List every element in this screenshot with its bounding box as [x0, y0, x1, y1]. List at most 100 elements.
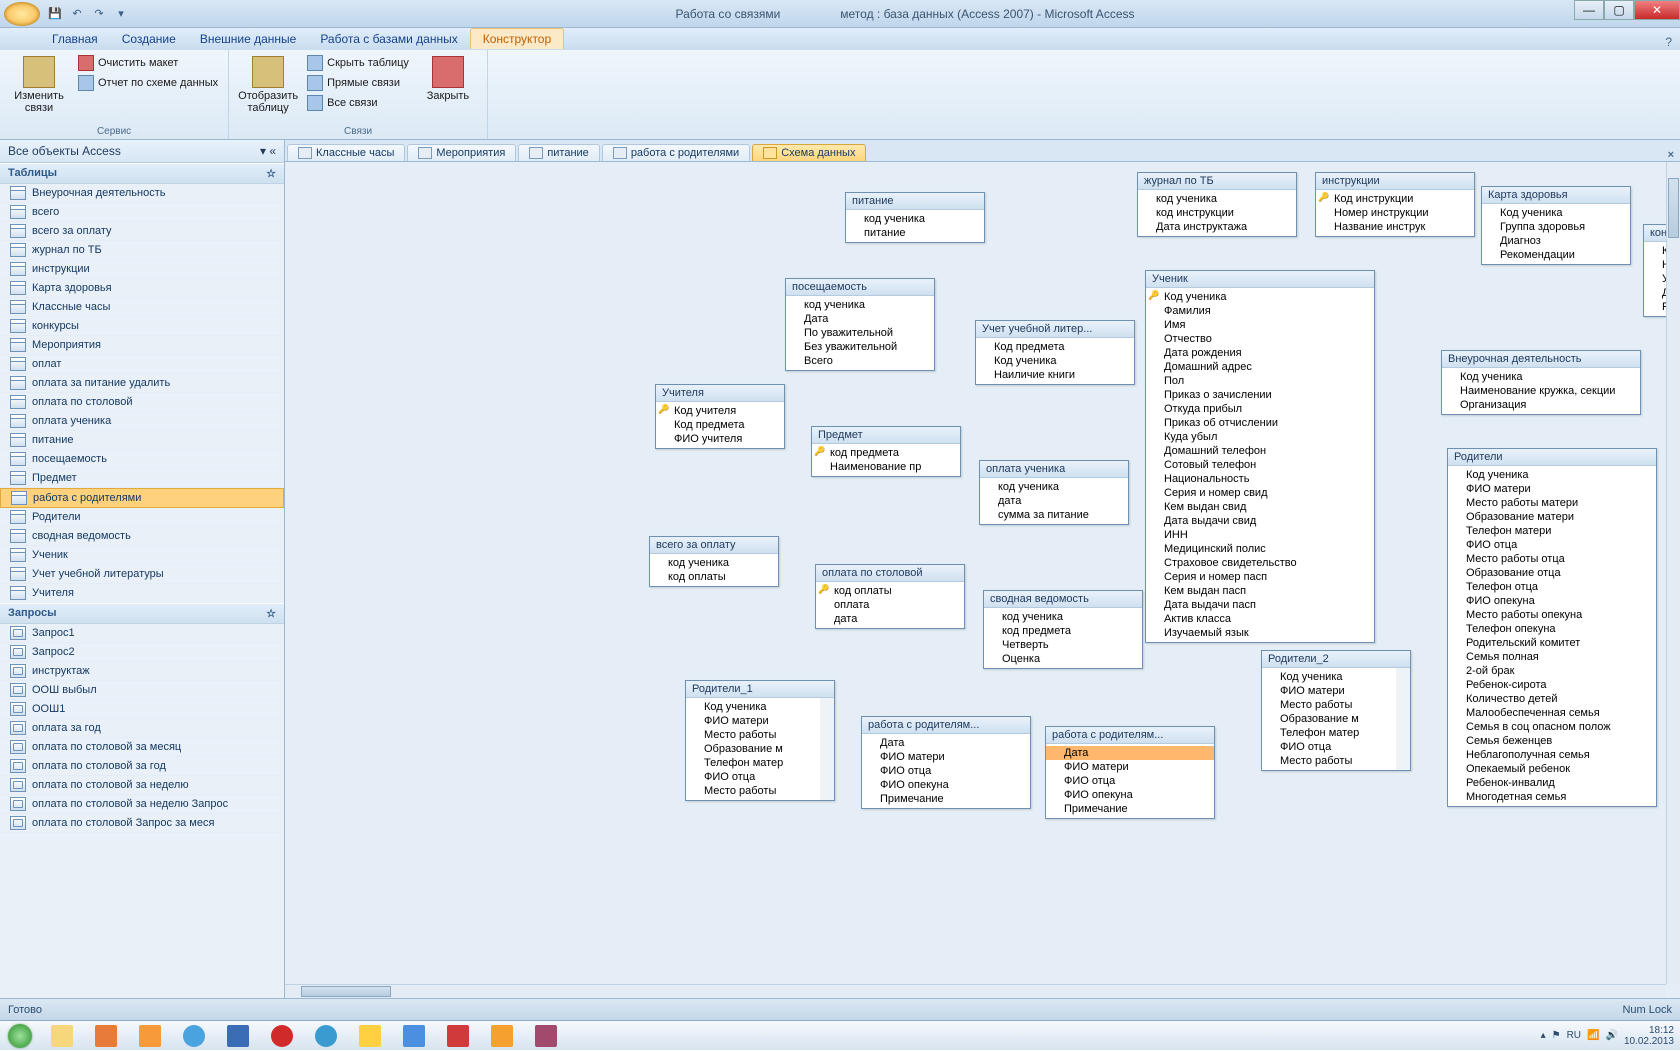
nav-query-item[interactable]: ООШ1 [0, 700, 284, 719]
table-field[interactable]: Номер инструкции [1316, 206, 1474, 220]
table-field[interactable]: код ученика [980, 480, 1128, 494]
close-relations-button[interactable]: Закрыть [417, 54, 479, 102]
table-field[interactable]: Домашний адрес [1146, 360, 1374, 374]
tray-expand-icon[interactable]: ▴ [1541, 1030, 1546, 1041]
nav-table-item[interactable]: Внеурочная деятельность [0, 184, 284, 203]
table-field[interactable]: Телефон матер [1262, 726, 1396, 740]
table-field[interactable]: Куда убыл [1146, 430, 1374, 444]
tab-create[interactable]: Создание [110, 29, 188, 49]
table-box-title[interactable]: Родители_1 [686, 681, 834, 698]
table-box-oplata_stol[interactable]: оплата по столовойкод оплатыоплатадата [815, 564, 965, 629]
save-icon[interactable]: 💾 [46, 5, 64, 23]
table-field[interactable]: ФИО опекуна [1448, 594, 1656, 608]
nav-query-item[interactable]: инструктаж [0, 662, 284, 681]
table-box-vsego_oplatu[interactable]: всего за оплатукод ученикакод оплаты [649, 536, 779, 587]
table-box-title[interactable]: Ученик [1146, 271, 1374, 288]
table-field[interactable]: ФИО отца [862, 764, 1030, 778]
system-tray[interactable]: ▴ ⚑ RU 📶 🔊 18:12 10.02.2013 [1535, 1025, 1680, 1047]
table-field[interactable]: Место работы опекуна [1448, 608, 1656, 622]
task-opera[interactable] [261, 1022, 303, 1050]
tab-external[interactable]: Внешние данные [188, 29, 309, 49]
task-yandex[interactable] [349, 1022, 391, 1050]
table-field[interactable]: код ученика [984, 610, 1142, 624]
table-field[interactable]: Имя [1146, 318, 1374, 332]
table-field[interactable]: Место работы [1262, 754, 1396, 768]
table-field[interactable]: Группа здоровья [1482, 220, 1630, 234]
table-field[interactable]: Неблагополучная семья [1448, 748, 1656, 762]
table-field[interactable]: Количество детей [1448, 692, 1656, 706]
table-field[interactable]: Телефон отца [1448, 580, 1656, 594]
table-field[interactable]: дата [980, 494, 1128, 508]
task-player[interactable] [129, 1022, 171, 1050]
table-field[interactable]: код предмета [812, 446, 960, 460]
all-relations-button[interactable]: Все связи [305, 94, 411, 112]
table-field[interactable]: Семья полная [1448, 650, 1656, 664]
table-field[interactable]: Родительский комитет [1448, 636, 1656, 650]
table-field[interactable]: Семья беженцев [1448, 734, 1656, 748]
table-field[interactable]: код ученика [650, 556, 778, 570]
table-box-uchitelya[interactable]: УчителяКод учителяКод предметаФИО учител… [655, 384, 785, 449]
nav-table-item[interactable]: Классные часы [0, 298, 284, 317]
table-box-title[interactable]: Внеурочная деятельность [1442, 351, 1640, 368]
table-field[interactable]: ФИО матери [686, 714, 820, 728]
table-box-roditeli[interactable]: РодителиКод ученикаФИО материМесто работ… [1447, 448, 1657, 807]
office-button[interactable] [4, 2, 40, 26]
table-field[interactable]: Многодетная семья [1448, 790, 1656, 804]
nav-table-item[interactable]: Предмет [0, 469, 284, 488]
table-field[interactable]: Образование м [686, 742, 820, 756]
table-field[interactable]: Код предмета [656, 418, 784, 432]
table-box-title[interactable]: Учет учебной литер... [976, 321, 1134, 338]
table-field[interactable]: Сотовый телефон [1146, 458, 1374, 472]
table-box-oplata_uch[interactable]: оплата ученикакод ученикадатасумма за пи… [979, 460, 1129, 525]
task-rambler[interactable] [437, 1022, 479, 1050]
table-field[interactable]: Отчество [1146, 332, 1374, 346]
table-field[interactable]: Код учителя [656, 404, 784, 418]
relationship-canvas[interactable]: питаниекод ученикапитаниежурнал по ТБкод… [285, 162, 1680, 998]
table-field[interactable]: Изучаемый язык [1146, 626, 1374, 640]
table-field[interactable]: Код предмета [976, 340, 1134, 354]
table-field[interactable]: ФИО отца [1262, 740, 1396, 754]
table-field[interactable]: Наиличие книги [976, 368, 1134, 382]
table-field[interactable]: код предмета [984, 624, 1142, 638]
table-field[interactable]: Наименование пр [812, 460, 960, 474]
table-field[interactable]: Организация [1442, 398, 1640, 412]
table-field[interactable]: По уважительной [786, 326, 934, 340]
table-field[interactable]: ФИО матери [1046, 760, 1214, 774]
table-field[interactable]: Образование матери [1448, 510, 1656, 524]
table-field[interactable]: Код инструкции [1316, 192, 1474, 206]
table-field[interactable]: Четверть [984, 638, 1142, 652]
table-field[interactable]: ФИО опекуна [1046, 788, 1214, 802]
nav-query-item[interactable]: Запрос2 [0, 643, 284, 662]
nav-query-item[interactable]: оплата по столовой за год [0, 757, 284, 776]
table-box-title[interactable]: журнал по ТБ [1138, 173, 1296, 190]
vertical-scrollbar[interactable] [1666, 162, 1680, 984]
table-box-title[interactable]: посещаемость [786, 279, 934, 296]
table-box-vneurochka[interactable]: Внеурочная деятельностьКод ученикаНаимен… [1441, 350, 1641, 415]
table-field[interactable]: дата [816, 612, 964, 626]
table-field[interactable]: Семья в соц опасном полож [1448, 720, 1656, 734]
table-field[interactable]: Дата инструктажа [1138, 220, 1296, 234]
table-field[interactable]: ИНН [1146, 528, 1374, 542]
edit-relations-button[interactable]: Изменить связи [8, 54, 70, 114]
lang-indicator[interactable]: RU [1567, 1030, 1581, 1041]
table-field[interactable]: Код ученика [976, 354, 1134, 368]
nav-section-tables[interactable]: Таблицы☆ [0, 163, 284, 184]
table-field[interactable]: Образование отца [1448, 566, 1656, 580]
nav-table-item[interactable]: оплат [0, 355, 284, 374]
table-box-roditeli2[interactable]: Родители_2Код ученикаФИО материМесто раб… [1261, 650, 1411, 771]
doc-tab[interactable]: Классные часы [287, 144, 405, 161]
table-field[interactable]: Телефон матер [686, 756, 820, 770]
table-field[interactable]: ФИО матери [862, 750, 1030, 764]
table-field[interactable]: Откуда прибыл [1146, 402, 1374, 416]
table-field[interactable]: Место работы [686, 728, 820, 742]
nav-table-item[interactable]: Карта здоровья [0, 279, 284, 298]
nav-section-queries[interactable]: Запросы☆ [0, 603, 284, 624]
nav-query-item[interactable]: ООШ выбыл [0, 681, 284, 700]
table-field[interactable]: Дата выдачи пасп [1146, 598, 1374, 612]
nav-table-item[interactable]: оплата по столовой [0, 393, 284, 412]
table-field[interactable]: Медицинский полис [1146, 542, 1374, 556]
table-field[interactable]: Дата [1046, 746, 1214, 760]
table-box-title[interactable]: оплата по столовой [816, 565, 964, 582]
relation-report-button[interactable]: Отчет по схеме данных [76, 74, 220, 92]
table-field[interactable]: Оценка [984, 652, 1142, 666]
